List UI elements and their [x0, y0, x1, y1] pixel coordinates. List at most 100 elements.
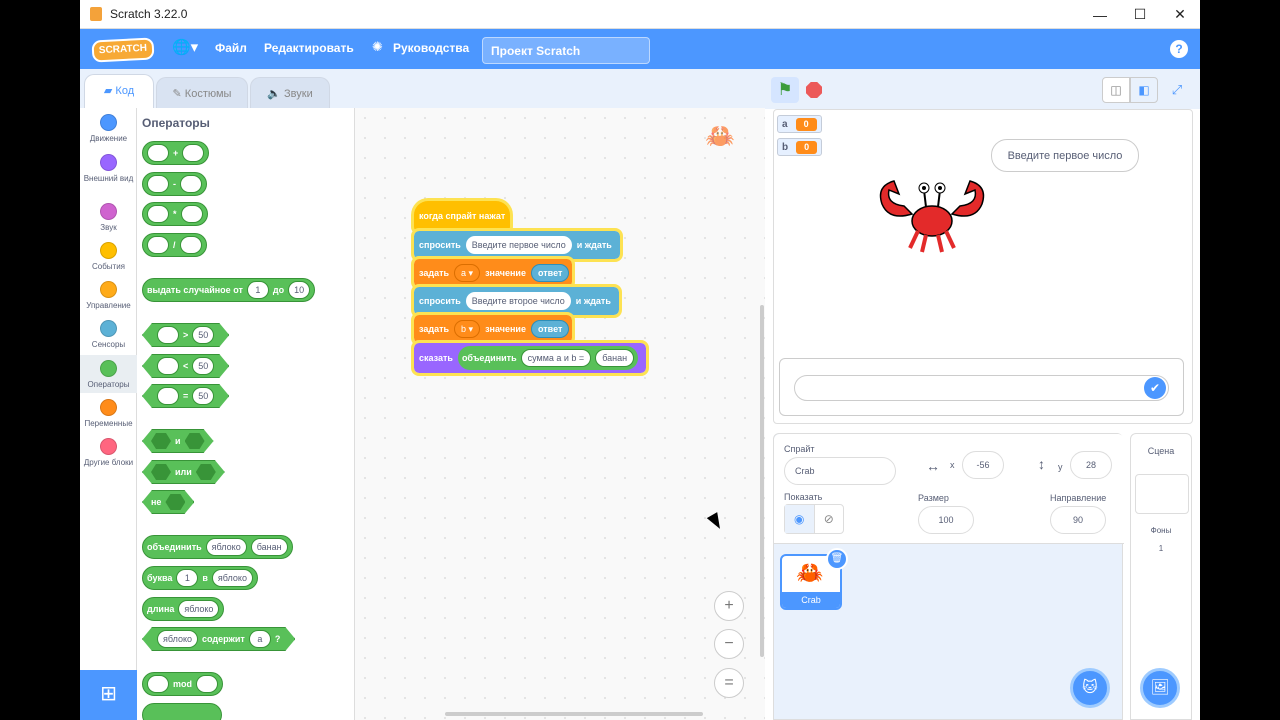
- input-slot[interactable]: яблоко: [157, 630, 198, 648]
- script-workspace[interactable]: 🦀 когда спрайт нажат спросить Введите пер…: [355, 108, 765, 720]
- category-operators[interactable]: Операторы: [80, 355, 137, 393]
- input-slot[interactable]: [147, 675, 169, 693]
- block-contains[interactable]: яблоко содержит а?: [142, 627, 295, 651]
- crab-sprite[interactable]: [874, 176, 994, 256]
- ask-text-input[interactable]: Введите первое число: [465, 236, 572, 254]
- sprite-name-input[interactable]: Crab: [784, 457, 896, 485]
- answer-input[interactable]: [794, 375, 1169, 401]
- input-slot[interactable]: 50: [192, 387, 214, 405]
- workspace-h-scrollbar[interactable]: [445, 712, 703, 716]
- input-slot[interactable]: [180, 205, 203, 223]
- menu-file[interactable]: Файл: [215, 41, 247, 55]
- input-slot[interactable]: 50: [192, 357, 214, 375]
- input-slot[interactable]: [147, 205, 169, 223]
- add-extension-button[interactable]: ⊞: [80, 670, 137, 720]
- y-position-input[interactable]: 28: [1070, 451, 1112, 479]
- help-icon[interactable]: ?: [1170, 40, 1188, 58]
- delete-sprite-trash-icon[interactable]: 🗑: [826, 548, 848, 570]
- zoom-reset-button[interactable]: =: [714, 668, 744, 698]
- workspace-v-scrollbar[interactable]: [760, 305, 764, 657]
- zoom-out-button[interactable]: −: [714, 629, 744, 659]
- stop-button[interactable]: [800, 77, 828, 103]
- fullscreen-button[interactable]: ⤢: [1163, 77, 1191, 103]
- answer-reporter[interactable]: ответ: [530, 264, 570, 282]
- block-ask-first[interactable]: спросить Введите первое число и ждать: [411, 228, 623, 262]
- zoom-in-button[interactable]: +: [714, 591, 744, 621]
- block-ask-second[interactable]: спросить Введите второе число и ждать: [411, 284, 622, 318]
- category-variables[interactable]: Переменные: [80, 399, 137, 429]
- large-stage-button[interactable]: ◧: [1130, 77, 1158, 103]
- input-slot[interactable]: 50: [192, 326, 214, 344]
- answer-reporter[interactable]: ответ: [530, 320, 570, 338]
- block-less-than[interactable]: <50: [142, 354, 229, 378]
- block-length[interactable]: длина яблоко: [142, 597, 225, 621]
- input-slot[interactable]: [182, 144, 205, 162]
- category-looks[interactable]: Внешний вид: [80, 154, 137, 194]
- block-equals[interactable]: = 50: [142, 384, 229, 408]
- join-text-input[interactable]: сумма a и b =: [520, 349, 592, 367]
- x-position-input[interactable]: -56: [962, 451, 1004, 479]
- input-slot[interactable]: [196, 675, 218, 693]
- category-sound[interactable]: Звук: [80, 203, 137, 233]
- input-slot[interactable]: а: [249, 630, 271, 648]
- category-events[interactable]: События: [80, 242, 137, 272]
- block-subtract[interactable]: -: [142, 172, 207, 196]
- block-join[interactable]: объединить яблоко банан: [142, 535, 293, 559]
- block-say[interactable]: сказать объединить сумма a и b = банан: [411, 340, 649, 376]
- input-slot[interactable]: 10: [288, 281, 311, 299]
- category-my-blocks[interactable]: Другие блоки: [80, 438, 137, 478]
- block-mod[interactable]: mod: [142, 672, 223, 696]
- block-multiply[interactable]: *: [142, 202, 208, 226]
- tab-sounds[interactable]: 🔈 Звуки: [250, 77, 330, 108]
- block-add[interactable]: +: [142, 141, 210, 165]
- small-stage-button[interactable]: ◫: [1102, 77, 1130, 103]
- category-sensing[interactable]: Сенсоры: [80, 320, 137, 350]
- block-round[interactable]: [142, 703, 222, 720]
- stage-canvas[interactable]: a0 b0 Введите первое число ✔: [773, 109, 1193, 424]
- input-slot[interactable]: яблоко: [205, 538, 247, 556]
- scratch-logo[interactable]: SCRATCH: [91, 37, 155, 63]
- join-text-input[interactable]: банан: [595, 349, 635, 367]
- join-reporter[interactable]: объединить сумма a и b = банан: [457, 346, 639, 370]
- block-or[interactable]: или: [142, 460, 225, 484]
- block-divide[interactable]: /: [142, 233, 207, 257]
- input-slot[interactable]: [180, 175, 202, 193]
- show-eye-icon[interactable]: ◉: [785, 505, 814, 533]
- input-slot[interactable]: банан: [250, 538, 288, 556]
- direction-input[interactable]: 90: [1050, 506, 1106, 534]
- block-greater-than[interactable]: >50: [142, 323, 229, 347]
- tab-costumes[interactable]: ✎ Костюмы: [156, 77, 248, 108]
- ask-text-input[interactable]: Введите второе число: [465, 292, 571, 310]
- size-input[interactable]: 100: [918, 506, 974, 534]
- minimize-button[interactable]: —: [1080, 0, 1120, 29]
- bool-slot[interactable]: [185, 433, 205, 449]
- input-slot[interactable]: [157, 326, 179, 344]
- input-slot[interactable]: [179, 236, 202, 254]
- hide-eye-icon[interactable]: ⊘: [813, 505, 844, 533]
- input-slot[interactable]: [147, 175, 169, 193]
- input-slot[interactable]: 1: [246, 281, 269, 299]
- tab-code[interactable]: ▰ Код: [84, 74, 154, 108]
- input-slot[interactable]: яблоко: [178, 600, 220, 618]
- category-motion[interactable]: Движение: [80, 114, 137, 150]
- variable-dropdown[interactable]: a ▾: [454, 264, 481, 282]
- maximize-button[interactable]: ☐: [1120, 0, 1160, 29]
- variable-dropdown[interactable]: b ▾: [454, 320, 481, 338]
- bool-slot[interactable]: [165, 494, 185, 510]
- block-random[interactable]: выдать случайное от 1 до 10: [142, 278, 316, 302]
- input-slot[interactable]: [147, 236, 169, 254]
- project-title-input[interactable]: Проект Scratch: [482, 37, 650, 64]
- block-set-a[interactable]: задать a ▾ значение ответ: [411, 256, 575, 290]
- backdrop-thumbnail[interactable]: [1135, 474, 1189, 514]
- block-not[interactable]: не: [142, 490, 194, 514]
- category-control[interactable]: Управление: [80, 281, 137, 311]
- hat-block-when-sprite-clicked[interactable]: когда спрайт нажат: [414, 201, 510, 231]
- menu-tutorials[interactable]: Руководства: [393, 41, 469, 55]
- choose-backdrop-button[interactable]: 🖼: [1140, 668, 1180, 708]
- submit-answer-check-icon[interactable]: ✔: [1144, 377, 1166, 399]
- close-button[interactable]: ✕: [1160, 0, 1200, 29]
- block-set-b[interactable]: задать b ▾ значение ответ: [411, 312, 575, 346]
- bool-slot[interactable]: [151, 433, 171, 449]
- block-and[interactable]: и: [142, 429, 214, 453]
- language-globe-icon[interactable]: 🌐▾: [172, 38, 198, 56]
